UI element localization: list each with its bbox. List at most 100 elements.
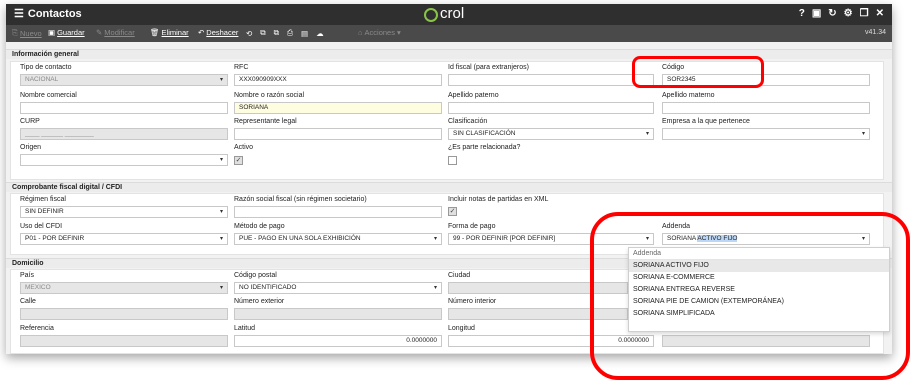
save-button[interactable]: ▣ Guardar: [48, 28, 85, 37]
parte-relacionada-checkbox[interactable]: [448, 156, 457, 165]
help-icon[interactable]: ?: [799, 8, 805, 19]
crol-logo-icon: [424, 7, 438, 22]
nombre-comercial-label: Nombre comercial: [20, 92, 77, 99]
chevron-down-icon: ▾: [219, 209, 223, 215]
razon-sin-regimen-input[interactable]: [234, 206, 442, 218]
origen-label: Origen: [20, 144, 42, 151]
latitud-label: Latitud: [234, 325, 256, 332]
delete-button[interactable]: 🗑 Eliminar: [150, 28, 189, 37]
rfc-label: RFC: [234, 64, 249, 71]
paste-icon[interactable]: ⧉: [274, 28, 279, 38]
uso-cfdi-select[interactable]: P01 - POR DEFINIR ▾: [20, 233, 228, 245]
chevron-down-icon: ▾: [219, 285, 223, 291]
incluir-notas-label: Incluir notas de partidas en XML: [448, 196, 549, 203]
activo-checkbox[interactable]: ✓: [234, 156, 243, 165]
razon-social-input[interactable]: SORIANA: [234, 102, 442, 114]
regimen-select[interactable]: SIN DEFINIR ▾: [20, 206, 228, 218]
referencia-label: Referencia: [20, 325, 54, 332]
chevron-down-icon: ▾: [433, 285, 437, 291]
id-fiscal-label: Id fiscal (para extranjeros): [448, 64, 529, 71]
curp-input[interactable]: ____ ______ ________: [20, 128, 228, 140]
rfc-input[interactable]: XXX090909XXX: [234, 74, 442, 86]
cloud-icon[interactable]: ☁: [316, 29, 324, 38]
latitud-input[interactable]: 0.0000000: [234, 335, 442, 347]
close-icon[interactable]: ✕: [876, 8, 884, 19]
id-fiscal-input[interactable]: [448, 74, 654, 86]
title-bar: ☰ Contactos crol ? ▣ ↻ ⚙ ❐ ✕: [6, 4, 892, 25]
calle-label: Calle: [20, 298, 36, 305]
clasificacion-select[interactable]: SIN CLASIFICACIÓN ▾: [448, 128, 654, 140]
window-title: Contactos: [27, 7, 82, 20]
pais-label: País: [20, 272, 35, 279]
apellido-materno-label: Apellido materno: [662, 92, 715, 99]
empresa-label: Empresa a la que pertenece: [662, 118, 750, 125]
new-button[interactable]: ⎘ Nuevo: [12, 28, 42, 38]
uso-cfdi-label: Uso del CFDI: [20, 223, 63, 230]
actions-menu[interactable]: ⌂ Acciones ▾: [358, 28, 401, 37]
restore-icon[interactable]: ❐: [860, 8, 869, 19]
chevron-down-icon: ▾: [861, 131, 865, 137]
incluir-notas-checkbox[interactable]: ✓: [448, 207, 457, 216]
calle-input[interactable]: [20, 308, 228, 320]
modify-button[interactable]: ✎ Modificar: [96, 28, 135, 37]
empresa-select[interactable]: ▾: [662, 128, 870, 140]
apellido-paterno-input[interactable]: [448, 102, 654, 114]
window-title-group: ☰ Contactos: [14, 7, 82, 21]
chevron-down-icon: ▾: [645, 131, 649, 137]
chevron-down-icon: ▾: [219, 236, 223, 242]
document-icon[interactable]: ▤: [301, 29, 308, 38]
check-icon: ✓: [235, 157, 242, 164]
save-icon: ▣: [48, 28, 56, 37]
contacts-icon: ☰: [14, 8, 24, 20]
brand-name: crol: [440, 5, 465, 22]
actions-icon: ⌂: [358, 28, 363, 37]
section-title-cfdi: Comprobante fiscal digital / CFDI: [6, 182, 892, 192]
chevron-down-icon: ▾: [396, 28, 401, 37]
sync-icon[interactable]: ⟲: [246, 29, 252, 38]
undo-button[interactable]: ↶ Deshacer: [198, 28, 238, 37]
nombre-comercial-input[interactable]: [20, 102, 228, 114]
chat-icon[interactable]: ▣: [812, 8, 821, 19]
representante-input[interactable]: [234, 128, 442, 140]
refresh-icon[interactable]: ↻: [828, 8, 836, 19]
pais-select[interactable]: MEXICO ▾: [20, 282, 228, 294]
pencil-icon: ✎: [96, 28, 103, 37]
apellido-paterno-label: Apellido paterno: [448, 92, 499, 99]
razon-sin-regimen-label: Razón social fiscal (sin régimen societa…: [234, 196, 367, 203]
annotation-highlight-addenda: [590, 212, 910, 380]
new-icon: ⎘: [12, 28, 18, 37]
num-ext-label: Número exterior: [234, 298, 285, 305]
toolbar: ⎘ Nuevo ▣ Guardar ✎ Modificar 🗑 Eliminar ↶ De…: [6, 25, 892, 42]
ciudad-label: Ciudad: [448, 272, 471, 279]
referencia-input[interactable]: [20, 335, 228, 347]
settings-icon[interactable]: ⚙: [844, 8, 853, 19]
metodo-pago-label: Método de pago: [234, 223, 285, 230]
chevron-down-icon: ▾: [219, 77, 223, 83]
num-ext-input[interactable]: [234, 308, 442, 320]
activo-label: Activo: [234, 144, 254, 151]
tipo-contacto-label: Tipo de contacto: [20, 64, 72, 71]
curp-label: CURP: [20, 118, 40, 125]
longitud-label: Longitud: [448, 325, 475, 332]
brand-logo: crol: [424, 5, 464, 22]
cp-select[interactable]: NO IDENTIFICADO ▾: [234, 282, 442, 294]
toolbar-icon-group: ⟲ ⧉ ⧉ ⎙ ▤ ☁: [246, 28, 324, 38]
origen-select[interactable]: ▾: [20, 154, 228, 166]
num-int-label: Número interior: [448, 298, 497, 305]
version-label: v41.34: [864, 29, 886, 36]
metodo-pago-select[interactable]: PUE - PAGO EN UNA SOLA EXHIBICIÓN ▾: [234, 233, 442, 245]
razon-social-label: Nombre o razón social: [234, 92, 305, 99]
regimen-label: Régimen fiscal: [20, 196, 66, 203]
print-icon[interactable]: ⎙: [287, 28, 293, 38]
annotation-highlight-codigo: [632, 56, 764, 88]
window-controls: ? ▣ ↻ ⚙ ❐ ✕: [799, 8, 884, 19]
tipo-contacto-select[interactable]: NACIONAL ▾: [20, 74, 228, 86]
representante-label: Representante legal: [234, 118, 297, 125]
copy-icon[interactable]: ⧉: [260, 28, 265, 38]
chevron-down-icon: ▾: [433, 236, 437, 242]
cp-label: Código postal: [234, 272, 277, 279]
undo-icon: ↶: [198, 28, 205, 37]
parte-relacionada-label: ¿Es parte relacionada?: [448, 144, 521, 151]
apellido-materno-input[interactable]: [662, 102, 870, 114]
forma-pago-label: Forma de pago: [448, 223, 496, 230]
